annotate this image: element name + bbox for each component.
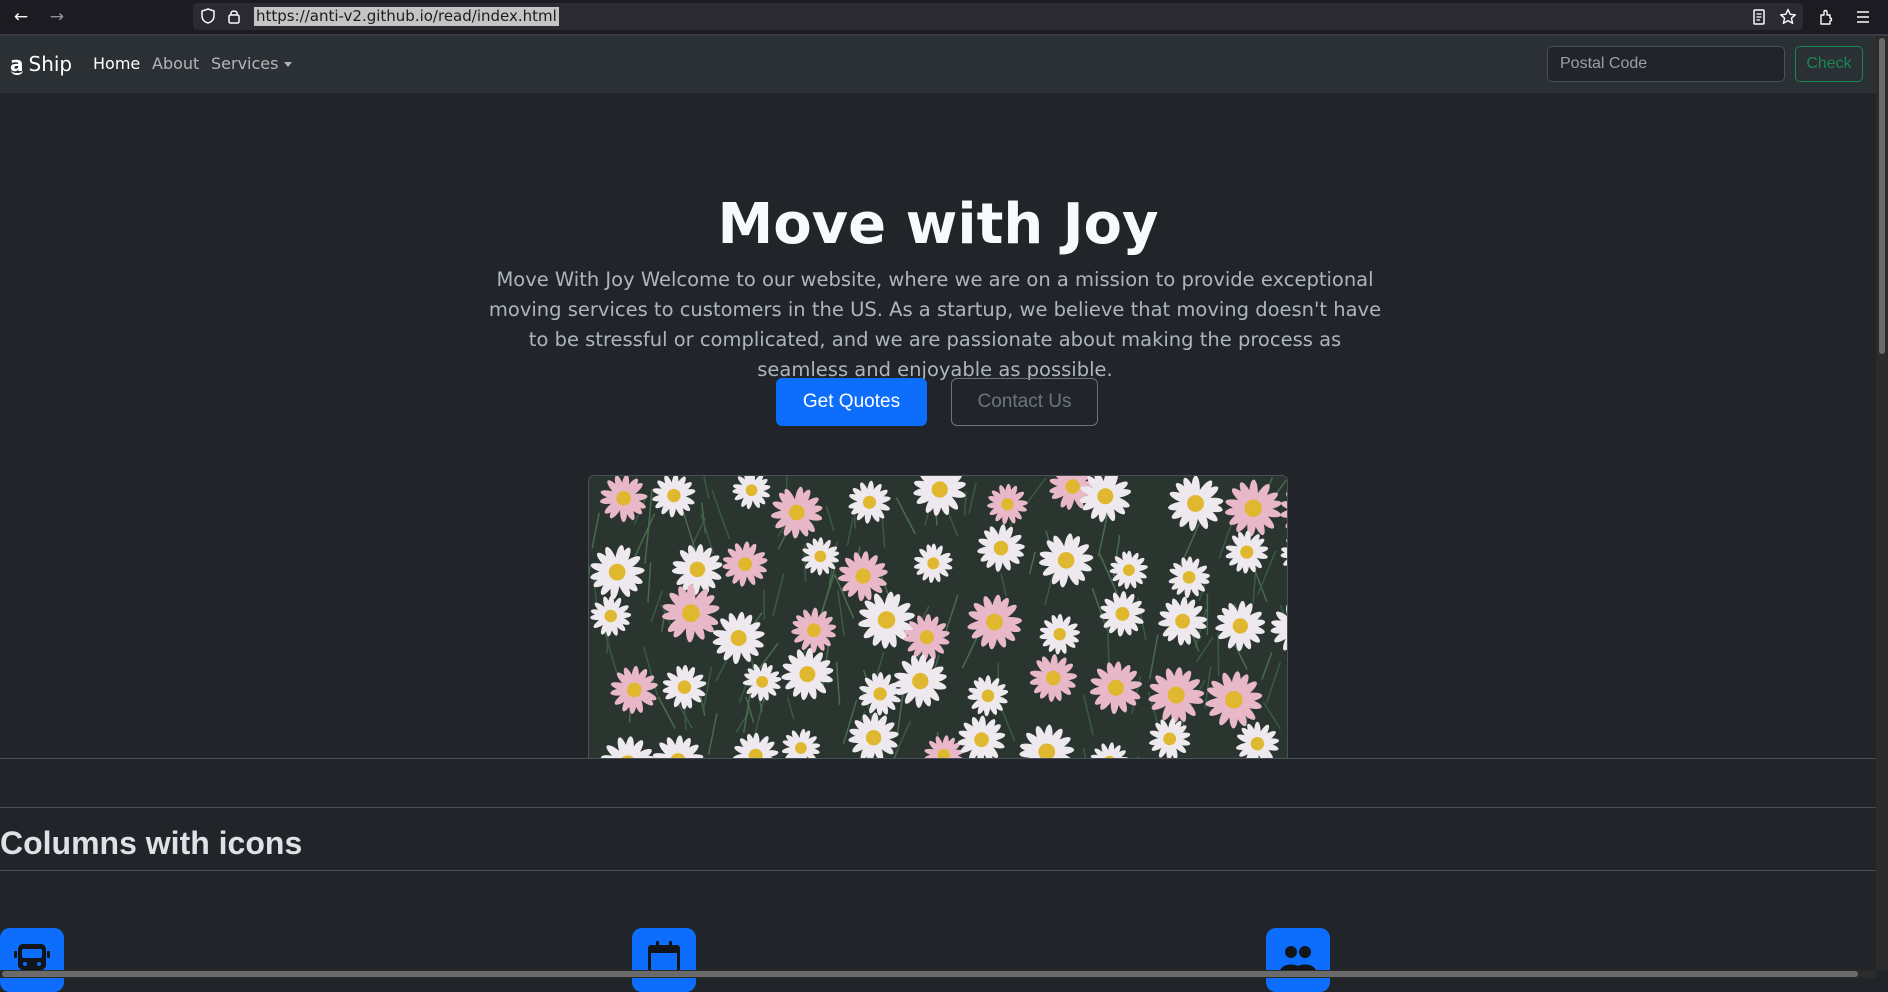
section-title-underline: [0, 870, 1876, 871]
nav-dropdown-services[interactable]: Services: [211, 54, 292, 73]
check-button[interactable]: Check: [1795, 46, 1863, 82]
brand-name: Ship: [29, 52, 73, 76]
hero-daisy-image: [588, 475, 1288, 759]
feature-icon-box: [0, 928, 64, 992]
vertical-scrollbar-thumb[interactable]: [1879, 38, 1885, 354]
daisy-flowers-image: [589, 476, 1287, 759]
brand[interactable]: a Ship: [10, 52, 72, 76]
vertical-scrollbar[interactable]: [1876, 36, 1888, 970]
section-divider: [0, 807, 1876, 808]
horizontal-scrollbar-thumb[interactable]: [2, 971, 1858, 977]
hero-description: Move With Joy Welcome to our website, wh…: [485, 265, 1385, 385]
browser-toolbar: ← → https://anti-v2.github.io/read/index…: [0, 0, 1888, 36]
contact-us-button[interactable]: Contact Us: [951, 378, 1098, 426]
address-bar[interactable]: https://anti-v2.github.io/read/index.htm…: [193, 3, 1803, 30]
section-title: Columns with icons: [0, 823, 302, 863]
amazon-logo-icon: a: [10, 52, 24, 76]
postal-code-input[interactable]: [1547, 46, 1785, 82]
forward-arrow-icon[interactable]: →: [47, 7, 67, 27]
horizontal-scrollbar[interactable]: [0, 970, 1876, 978]
back-arrow-icon[interactable]: ←: [11, 7, 31, 27]
caret-down-icon: [284, 62, 292, 67]
feature-icon-box: [632, 928, 696, 992]
section-divider: [0, 758, 1876, 759]
nav-link-home[interactable]: Home: [93, 54, 140, 73]
get-quotes-button[interactable]: Get Quotes: [776, 378, 927, 426]
lock-icon[interactable]: [225, 7, 243, 25]
site-navbar: a Ship Home About Services Check: [0, 36, 1876, 93]
shield-icon[interactable]: [199, 7, 217, 25]
menu-hamburger-icon[interactable]: [1853, 7, 1873, 27]
reader-view-icon[interactable]: [1749, 7, 1769, 27]
feature-icon-box: [1266, 928, 1330, 992]
hero-title: Move with Joy: [0, 190, 1876, 260]
nav-link-about[interactable]: About: [152, 54, 199, 73]
extensions-icon[interactable]: [1817, 7, 1837, 27]
bookmark-star-icon[interactable]: [1778, 7, 1798, 27]
url-text[interactable]: https://anti-v2.github.io/read/index.htm…: [254, 7, 559, 26]
services-label: Services: [211, 54, 278, 73]
